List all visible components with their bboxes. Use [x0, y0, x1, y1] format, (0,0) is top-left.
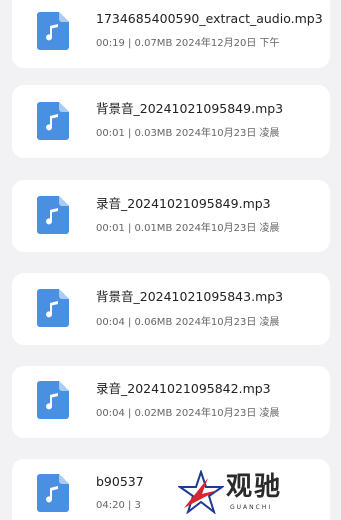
file-meta: 00:04 | 0.06MB 2024年10月23日 凌晨	[96, 317, 280, 328]
watermark-text: 观驰	[226, 472, 283, 502]
file-name: 背景音_20241021095849.mp3	[96, 101, 284, 116]
list-item[interactable]: 录音_20241021095849.mp3 00:01 | 0.01MB 202…	[12, 180, 330, 252]
file-name: 录音_20241021095849.mp3	[96, 196, 271, 211]
file-meta: 00:04 | 0.02MB 2024年10月23日 凌晨	[96, 408, 280, 419]
audio-file-icon	[37, 12, 69, 50]
file-name: b90537	[96, 474, 144, 489]
star-logo-icon	[178, 470, 224, 514]
list-item[interactable]: 背景音_20241021095849.mp3 00:01 | 0.03MB 20…	[12, 85, 330, 158]
file-name: 1734685400590_extract_audio.mp3	[96, 11, 323, 26]
file-meta: 00:01 | 0.03MB 2024年10月23日 凌晨	[96, 128, 280, 139]
watermark-logo: 观驰 GUANCHI	[178, 470, 318, 516]
audio-file-icon	[37, 196, 69, 234]
file-name: 背景音_20241021095843.mp3	[96, 289, 284, 304]
list-item[interactable]: 1734685400590_extract_audio.mp3 00:19 | …	[12, 0, 330, 68]
audio-file-icon	[37, 474, 69, 512]
file-list: 1734685400590_extract_audio.mp3 00:19 | …	[0, 0, 341, 520]
audio-file-icon	[37, 289, 69, 327]
audio-file-icon	[37, 381, 69, 419]
file-meta: 00:19 | 0.07MB 2024年12月20日 下午	[96, 38, 280, 49]
list-item[interactable]: 背景音_20241021095843.mp3 00:04 | 0.06MB 20…	[12, 273, 330, 345]
file-meta: 00:01 | 0.01MB 2024年10月23日 凌晨	[96, 223, 280, 234]
file-name: 录音_20241021095842.mp3	[96, 381, 271, 396]
audio-file-icon	[37, 102, 69, 140]
list-item[interactable]: 录音_20241021095842.mp3 00:04 | 0.02MB 202…	[12, 366, 330, 438]
watermark-subtext: GUANCHI	[230, 504, 273, 511]
file-meta: 04:20 | 3	[96, 500, 141, 511]
